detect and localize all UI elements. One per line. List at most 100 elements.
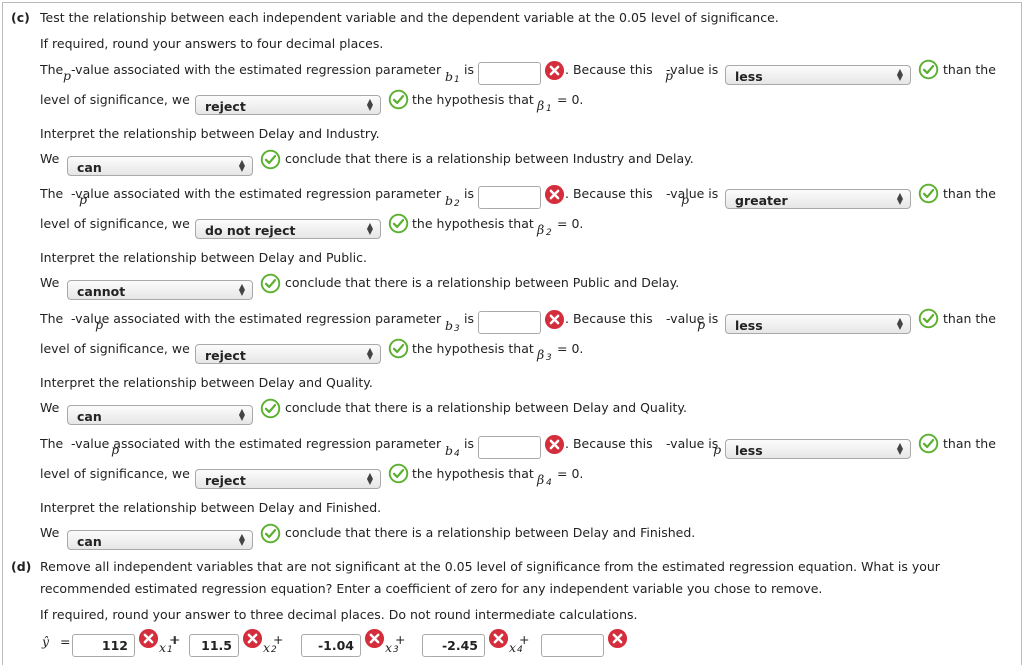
- parameter-subscript: 1: [454, 75, 460, 85]
- coefficient-input[interactable]: [72, 634, 135, 657]
- level-text: level of significance, we: [40, 216, 190, 231]
- comparison-select[interactable]: greater ▲ ▼: [725, 189, 911, 209]
- chevron-updown-icon: ▲ ▼: [896, 316, 903, 331]
- comparison-select[interactable]: less ▲ ▼: [725, 65, 911, 85]
- coefficient-input[interactable]: [541, 634, 604, 657]
- pvalue-text-the: The: [40, 186, 64, 201]
- plus-sign: +: [170, 632, 181, 647]
- we-text: We: [40, 400, 60, 415]
- interpret-text: Interpret the relationship between Delay…: [40, 500, 382, 515]
- pvalue-input[interactable]: [478, 62, 541, 85]
- we-choice-select[interactable]: cannot ▲ ▼: [67, 280, 253, 300]
- decision-select-value: reject: [205, 473, 246, 488]
- because-text: . Because this: [565, 311, 653, 326]
- pvalue-text-the: The: [40, 311, 64, 326]
- because-text: . Because this: [565, 436, 653, 451]
- we-text: We: [40, 525, 60, 540]
- level-text: level of significance, we: [40, 92, 190, 107]
- comparison-select-value: greater: [735, 193, 788, 208]
- eq-zero-text: = 0.: [557, 92, 584, 107]
- we-text: We: [40, 275, 60, 290]
- variable-symbol: x: [263, 640, 271, 655]
- conclusion-text: conclude that there is a relationship be…: [285, 400, 687, 415]
- is-text: is: [464, 311, 474, 326]
- eq-zero-text: = 0.: [557, 216, 584, 231]
- parameter-symbol: b: [445, 69, 454, 84]
- hypothesis-text: the hypothesis that: [412, 341, 534, 356]
- parameter-symbol: b: [445, 318, 454, 333]
- decision-select[interactable]: reject ▲ ▼: [195, 344, 381, 364]
- hypothesis-text: the hypothesis that: [412, 216, 534, 231]
- because-mid-text: -value is: [666, 186, 719, 201]
- chevron-updown-icon: ▲ ▼: [238, 282, 245, 297]
- decision-select[interactable]: do not reject ▲ ▼: [195, 219, 381, 239]
- pvalue-text: -value associated with the estimated reg…: [71, 311, 442, 326]
- part-d-label: (d): [11, 559, 32, 574]
- check-circle-icon: [918, 308, 939, 329]
- than-the-text: than the: [943, 186, 996, 201]
- pvalue-input[interactable]: [478, 311, 541, 334]
- is-text: is: [464, 62, 474, 77]
- part-c-rounding: If required, round your answers to four …: [40, 36, 384, 51]
- we-choice-select-value: can: [77, 534, 102, 549]
- than-the-text: than the: [943, 62, 996, 77]
- comparison-select[interactable]: less ▲ ▼: [725, 439, 911, 459]
- pvalue-input[interactable]: [478, 186, 541, 209]
- check-circle-icon: [260, 523, 281, 544]
- we-choice-select-value: can: [77, 409, 102, 424]
- than-the-text: than the: [943, 311, 996, 326]
- coefficient-input[interactable]: [301, 634, 361, 657]
- beta-subscript: 4: [546, 478, 552, 488]
- decision-select-value: do not reject: [205, 223, 296, 238]
- comparison-select[interactable]: less ▲ ▼: [725, 314, 911, 334]
- pvalue-text: -value associated with the estimated reg…: [71, 186, 442, 201]
- check-circle-icon: [918, 183, 939, 204]
- pvalue-text: -value associated with the estimated reg…: [71, 62, 442, 77]
- coefficient-input[interactable]: [422, 634, 485, 657]
- beta-symbol: β: [537, 98, 545, 113]
- we-choice-select[interactable]: can ▲ ▼: [67, 156, 253, 176]
- variable-symbol: x: [509, 640, 517, 655]
- part-c-label: (c): [11, 10, 30, 25]
- decision-select-value: reject: [205, 348, 246, 363]
- beta-symbol: β: [537, 347, 545, 362]
- because-text: . Because this: [565, 62, 653, 77]
- pvalue-text-the: The: [40, 436, 64, 451]
- parameter-symbol: b: [445, 443, 454, 458]
- equals-sign: =: [60, 634, 71, 649]
- check-circle-icon: [388, 89, 409, 110]
- pvalue-input[interactable]: [478, 436, 541, 459]
- check-circle-icon: [918, 59, 939, 80]
- because-mid-text: -value is: [666, 62, 719, 77]
- plus-sign: +: [519, 632, 530, 647]
- x-circle-icon: [364, 628, 385, 649]
- level-text: level of significance, we: [40, 466, 190, 481]
- we-choice-select[interactable]: can ▲ ▼: [67, 405, 253, 425]
- beta-symbol: β: [537, 222, 545, 237]
- parameter-symbol: b: [445, 193, 454, 208]
- pvalue-text: -value associated with the estimated reg…: [71, 436, 442, 451]
- coefficient-input[interactable]: [189, 634, 239, 657]
- x-circle-icon: [242, 628, 263, 649]
- chevron-updown-icon: ▲ ▼: [366, 97, 373, 112]
- check-circle-icon: [918, 433, 939, 454]
- we-choice-select-value: can: [77, 160, 102, 175]
- x-circle-icon: [138, 628, 159, 649]
- decision-select[interactable]: reject ▲ ▼: [195, 469, 381, 489]
- we-choice-select[interactable]: can ▲ ▼: [67, 530, 253, 550]
- interpret-text: Interpret the relationship between Delay…: [40, 126, 380, 141]
- parameter-subscript: 3: [454, 324, 460, 334]
- x-circle-icon: [544, 184, 565, 205]
- chevron-updown-icon: ▲ ▼: [366, 471, 373, 486]
- than-the-text: than the: [943, 436, 996, 451]
- check-circle-icon: [388, 338, 409, 359]
- check-circle-icon: [260, 398, 281, 419]
- interpret-text: Interpret the relationship between Delay…: [40, 250, 367, 265]
- parameter-subscript: 2: [454, 199, 460, 209]
- decision-select-value: reject: [205, 99, 246, 114]
- plus-sign: +: [273, 632, 284, 647]
- decision-select[interactable]: reject ▲ ▼: [195, 95, 381, 115]
- part-d-instruction-2: recommended estimated regression equatio…: [40, 581, 823, 596]
- eq-zero-text: = 0.: [557, 466, 584, 481]
- part-c-instruction: Test the relationship between each indep…: [40, 10, 779, 25]
